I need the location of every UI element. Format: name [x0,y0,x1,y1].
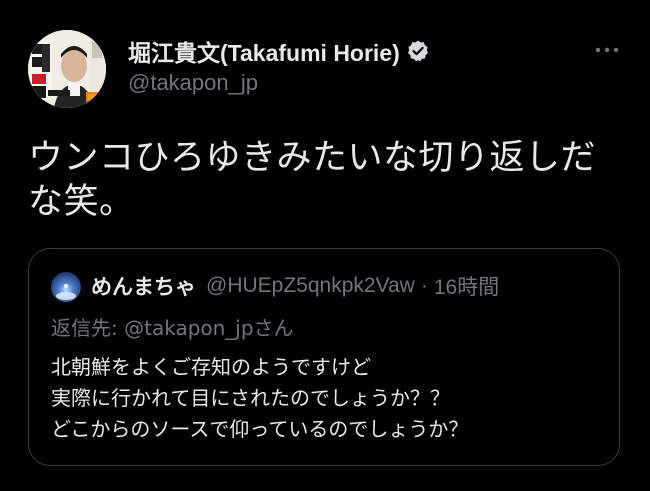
display-name-row: 堀江貴文(Takafumi Horie) [128,34,430,68]
more-options-icon[interactable] [592,42,622,58]
quoted-tweet[interactable]: めんまちゃ @HUEpZ5qnkpk2Vaw · 16時間 返信先: @taka… [28,248,620,466]
quoted-text-line: 実際に行かれて目にされたのでしょうか？？ [51,386,450,410]
quoted-author-avatar[interactable] [51,272,81,302]
verified-badge-icon [406,39,430,63]
quoted-display-name[interactable]: めんまちゃ [91,271,196,301]
quoted-text: 北朝鮮をよくご存知のようですけど 実際に行かれて目にされたのでしょうか？？ どこ… [51,352,611,445]
tweet-text: ウンコひろゆきみたいな切り返しだ な笑。 [28,136,628,224]
reply-prefix: 返信先: [51,316,125,340]
author-info: 堀江貴文(Takafumi Horie) @takapon_jp [128,34,430,96]
author-handle[interactable]: @takapon_jp [128,70,430,96]
tweet-text-line: ウンコひろゆきみたいな切り返しだ [28,138,597,178]
separator-dot: · [420,274,428,297]
quoted-handle[interactable]: @HUEpZ5qnkpk2Vaw [206,274,415,298]
reply-context: 返信先: @takapon_jpさん [51,313,294,343]
reply-suffix: さん [253,316,294,340]
tweet-text-line: な笑。 [28,182,135,222]
tweet: 堀江貴文(Takafumi Horie) @takapon_jp ウンコひろゆき… [0,0,650,491]
author-display-name[interactable]: 堀江貴文(Takafumi Horie) [128,34,400,68]
author-avatar[interactable] [28,30,106,108]
reply-handle[interactable]: @takapon_jp [124,316,253,340]
quoted-timestamp[interactable]: 16時間 [434,271,499,301]
quoted-text-line: 北朝鮮をよくご存知のようですけど [51,355,371,379]
quoted-text-line: どこからのソースで仰っているのでしょうか？ [51,417,469,441]
quoted-header: めんまちゃ @HUEpZ5qnkpk2Vaw · 16時間 [91,270,499,302]
avatar-image [28,30,106,108]
